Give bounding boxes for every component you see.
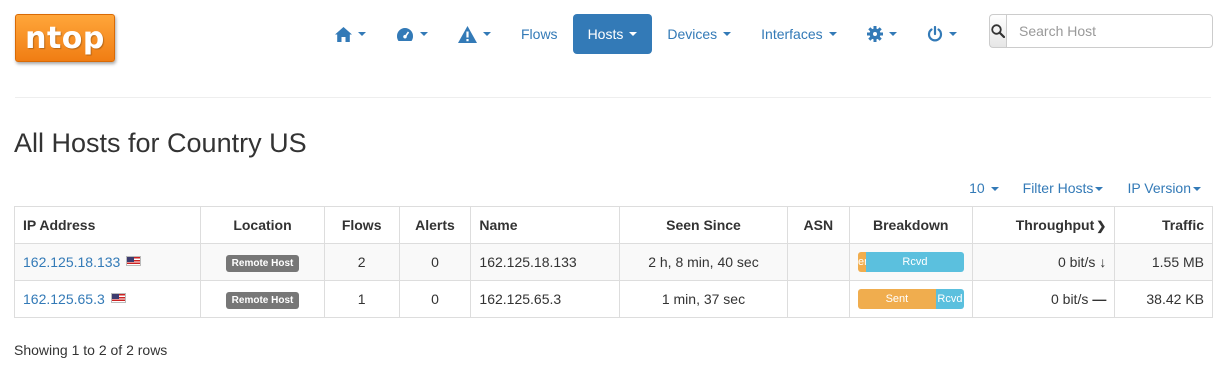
traffic-cell: 38.42 KB [1114,280,1213,318]
location-cell: Remote Host [200,280,325,318]
us-flag-icon [126,256,142,266]
nav-interfaces-label: Interfaces [761,26,823,42]
nav-alerts-menu[interactable] [443,14,506,54]
name-cell: 162.125.65.3 [470,280,621,318]
header-divider [15,97,1211,98]
chevron-down-icon [990,187,999,192]
nav-devices-label: Devices [667,26,718,42]
pagination-summary: Showing 1 to 2 of 2 rows [14,342,168,358]
search-icon [991,24,1005,38]
page-title: All Hosts for Country US [14,128,307,158]
column-header-location[interactable]: Location [200,206,325,244]
column-header-name[interactable]: Name [470,206,621,244]
chevron-down-icon [888,32,897,36]
chevron-down-icon [828,32,837,36]
alerts-cell: 0 [398,280,472,318]
rcvd-segment: Rcvd [936,289,964,309]
traffic-breakdown-bar: Sent Rcvd [857,289,964,309]
nav-power-menu[interactable] [912,14,972,54]
search-input[interactable] [1006,14,1213,48]
location-cell: Remote Host [200,243,325,281]
page-size-dropdown[interactable]: 10 [957,180,1011,196]
dashboard-icon [396,27,414,42]
asn-cell [786,243,850,281]
throughput-value: 0 bit/s [1057,254,1096,270]
table-toolbar: 10 Filter Hosts IP Version [957,180,1213,196]
search-button[interactable] [989,14,1006,48]
column-header-seen-since[interactable]: Seen Since [619,206,788,244]
host-ip-link[interactable]: 162.125.65.3 [23,291,105,307]
chevron-down-icon [1095,187,1104,192]
throughput-cell: 0 bit/s — [971,280,1116,318]
table-row: 162.125.18.133 Remote Host 2 0 162.125.1… [13,243,1213,281]
chevron-down-icon [948,32,957,36]
filter-hosts-dropdown[interactable]: Filter Hosts [1011,180,1116,196]
table-header-row: IP Address Location Flows Alerts Name Se… [13,206,1213,244]
table-row: 162.125.65.3 Remote Host 1 0 162.125.65.… [13,280,1213,318]
column-header-ip[interactable]: IP Address [13,206,202,244]
sent-segment: Sent [857,289,937,309]
traffic-cell: 1.55 MB [1114,243,1213,281]
throughput-cell: 0 bit/s ↓ [971,243,1116,281]
flows-cell: 1 [323,280,400,318]
ip-cell: 162.125.65.3 [13,280,202,318]
nav-settings-menu[interactable] [852,14,912,54]
traffic-breakdown-bar: Sent Rcvd [857,252,964,272]
column-header-alerts[interactable]: Alerts [398,206,472,244]
nav-flows[interactable]: Flows [506,14,573,54]
rcvd-segment: Rcvd [866,252,964,272]
logo-text: ntop [25,20,105,56]
name-cell: 162.125.18.133 [470,243,621,281]
nav-flows-label: Flows [521,26,558,42]
ntop-logo[interactable]: ntop [15,14,115,62]
column-header-flows[interactable]: Flows [323,206,400,244]
seen-since-cell: 2 h, 8 min, 40 sec [619,243,788,281]
nav-dashboard-menu[interactable] [381,14,443,54]
chevron-down-icon [420,32,428,36]
nav-home-menu[interactable] [320,14,381,54]
column-header-throughput[interactable]: Throughput ❯ [971,206,1116,244]
ip-cell: 162.125.18.133 [13,243,202,281]
nav-hosts-menu[interactable]: Hosts [572,14,653,54]
host-search [989,14,1213,48]
chevron-down-icon [358,32,366,36]
host-ip-link[interactable]: 162.125.18.133 [23,254,120,270]
us-flag-icon [110,293,126,303]
location-badge: Remote Host [225,291,300,309]
ip-version-label: IP Version [1127,180,1191,196]
ip-version-dropdown[interactable]: IP Version [1115,180,1213,196]
power-icon [927,26,943,42]
main-nav: Flows Hosts Devices Interfaces [320,14,972,54]
alert-icon [458,25,477,43]
nav-hosts-label: Hosts [587,26,624,42]
breakdown-cell: Sent Rcvd [848,280,973,318]
throughput-value: 0 bit/s [1050,291,1089,307]
page-size-value: 10 [969,180,985,196]
hosts-table: IP Address Location Flows Alerts Name Se… [13,206,1213,318]
column-header-asn[interactable]: ASN [786,206,850,244]
location-badge: Remote Host [225,254,300,272]
alerts-cell: 0 [398,243,472,281]
asn-cell [786,280,850,318]
sent-segment: Sent [857,252,867,272]
trend-down-icon: ↓ [1099,254,1107,270]
trend-flat-icon: — [1092,291,1107,307]
seen-since-cell: 1 min, 37 sec [619,280,788,318]
nav-devices-menu[interactable]: Devices [652,14,746,54]
chevron-down-icon [483,32,491,36]
throughput-header-label: Throughput [1015,217,1095,233]
chevron-down-icon [629,32,638,36]
nav-interfaces-menu[interactable]: Interfaces [746,14,851,54]
sort-desc-icon: ❯ [1096,219,1107,233]
flows-cell: 2 [323,243,400,281]
filter-hosts-label: Filter Hosts [1022,180,1094,196]
column-header-traffic[interactable]: Traffic [1114,206,1213,244]
chevron-down-icon [1193,187,1201,192]
home-icon [335,26,352,42]
column-header-breakdown[interactable]: Breakdown [848,206,973,244]
chevron-down-icon [723,32,732,36]
breakdown-cell: Sent Rcvd [848,243,973,281]
gear-icon [866,26,883,42]
